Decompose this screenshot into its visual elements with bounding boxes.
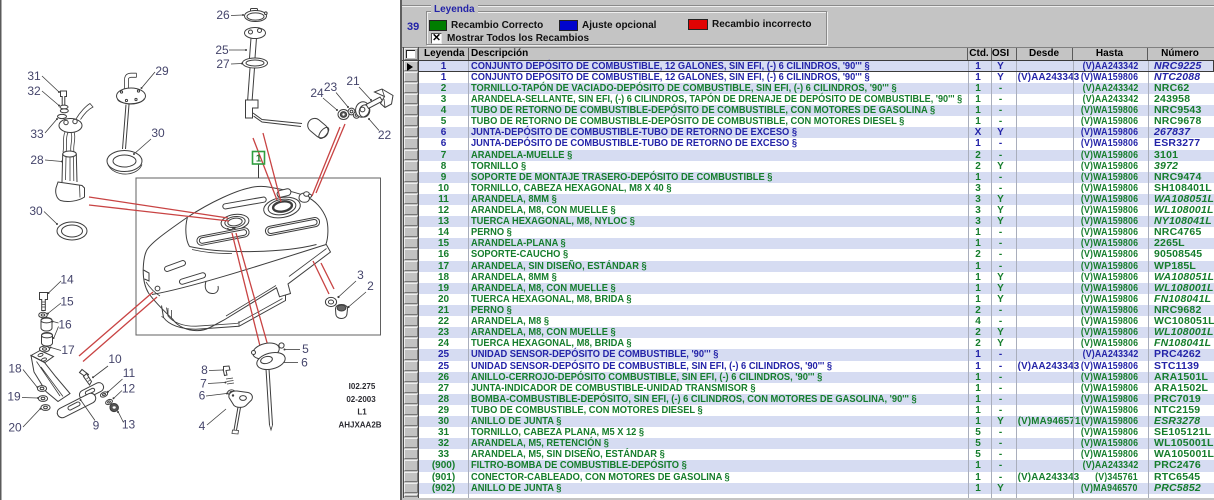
svg-text:12: 12 [122, 382, 136, 396]
svg-text:14: 14 [60, 273, 74, 287]
svg-text:26: 26 [216, 8, 230, 22]
svg-text:21: 21 [346, 74, 360, 88]
svg-text:19: 19 [7, 390, 21, 404]
svg-text:25: 25 [215, 43, 229, 57]
svg-text:33: 33 [30, 127, 44, 141]
svg-text:1: 1 [256, 154, 262, 165]
svg-text:9: 9 [93, 419, 100, 433]
svg-text:13: 13 [122, 418, 136, 432]
svg-text:02-2003: 02-2003 [346, 395, 376, 404]
svg-text:23: 23 [324, 80, 338, 94]
svg-text:27: 27 [216, 57, 230, 71]
svg-text:32: 32 [27, 84, 41, 98]
svg-text:8: 8 [201, 363, 208, 377]
svg-text:L1: L1 [357, 408, 367, 417]
svg-text:5: 5 [302, 342, 309, 356]
svg-text:16: 16 [58, 318, 72, 332]
svg-text:6: 6 [301, 356, 308, 370]
svg-text:28: 28 [30, 153, 44, 167]
svg-text:24: 24 [310, 86, 324, 100]
svg-text:22: 22 [378, 128, 392, 142]
svg-text:6: 6 [199, 389, 206, 403]
svg-text:31: 31 [27, 69, 41, 83]
svg-text:AHJXAA2B: AHJXAA2B [338, 421, 381, 430]
svg-text:20: 20 [8, 421, 22, 435]
svg-text:29: 29 [155, 64, 169, 78]
svg-text:I02.275: I02.275 [349, 382, 376, 391]
svg-text:18: 18 [8, 362, 22, 376]
svg-text:15: 15 [60, 295, 74, 309]
svg-text:2: 2 [367, 279, 374, 293]
svg-text:17: 17 [61, 343, 75, 357]
svg-text:10: 10 [108, 352, 122, 366]
svg-text:11: 11 [123, 366, 136, 380]
svg-text:3: 3 [357, 268, 364, 282]
svg-text:30: 30 [151, 126, 165, 140]
svg-text:4: 4 [199, 419, 206, 433]
svg-text:30: 30 [29, 204, 43, 218]
